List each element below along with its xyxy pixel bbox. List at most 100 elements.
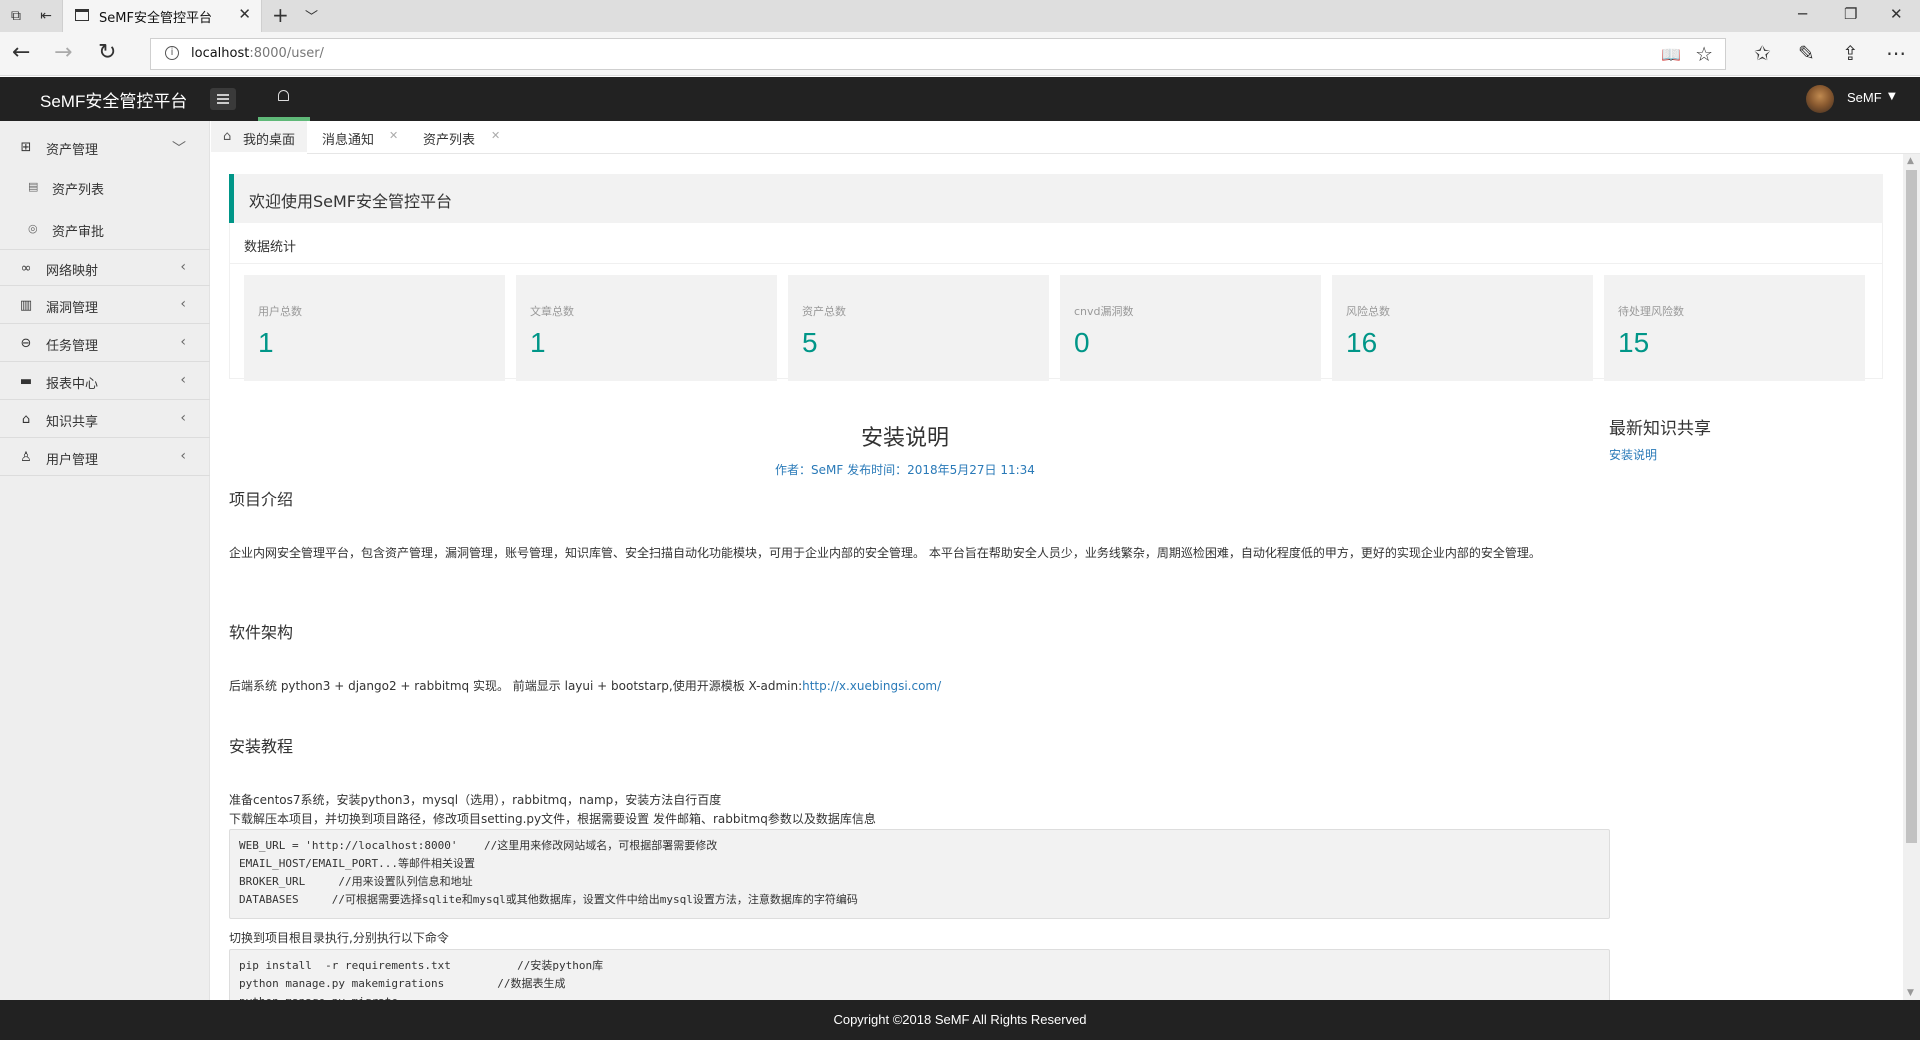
page-favicon-icon — [75, 9, 89, 21]
stat-label: 用户总数 — [258, 305, 302, 318]
section-paragraph: 后端系统 python3 + django2 + rabbitmq 实现。 前端… — [229, 677, 1609, 696]
user-icon: ♙ — [20, 450, 32, 465]
tab-label: 消息通知 — [322, 133, 375, 148]
url-text[interactable]: localhost:8000/user/ — [191, 46, 324, 61]
stat-label: 资产总数 — [802, 305, 846, 318]
book-icon: ⌂ — [21, 412, 31, 427]
close-icon[interactable]: ✕ — [491, 129, 500, 142]
more-icon[interactable]: ⋯ — [1886, 41, 1906, 65]
scroll-thumb[interactable] — [1906, 170, 1917, 843]
menu-toggle-icon[interactable] — [210, 88, 236, 110]
tab-asset-list[interactable]: 资产列表 ✕ — [405, 121, 505, 154]
sidebar-item-asset[interactable]: ⊞ 资产管理 ﹀ — [0, 129, 210, 166]
favorites-hub-icon[interactable]: ✩ — [1754, 41, 1771, 65]
chevron-left-icon: ‹ — [180, 334, 186, 350]
stat-value: 16 — [1346, 327, 1378, 358]
paragraph-text: 后端系统 python3 + django2 + rabbitmq 实现。 前端… — [229, 679, 803, 693]
scroll-down-icon[interactable]: ▼ — [1907, 988, 1914, 998]
reading-view-icon[interactable]: 📖 — [1661, 45, 1681, 64]
stat-value: 15 — [1618, 327, 1650, 358]
approve-icon: ◎ — [28, 222, 38, 235]
section-paragraph: 企业内网安全管理平台，包含资产管理，漏洞管理，账号管理，知识库管、安全扫描自动化… — [229, 546, 1541, 560]
set-aside-tabs-icon[interactable]: ⇤ — [36, 6, 56, 26]
article-title: 安装说明 — [860, 426, 949, 451]
window-close-icon[interactable]: ✕ — [1890, 5, 1903, 23]
restore-icon[interactable]: ❐ — [1844, 5, 1857, 23]
welcome-text: 欢迎使用SeMF安全管控平台 — [249, 192, 453, 211]
tab-manager-icon[interactable]: ⧉ — [6, 6, 26, 26]
stat-label: cnvd漏洞数 — [1074, 305, 1134, 318]
sidebar-item-network[interactable]: ∞ 网络映射 ‹ — [0, 249, 210, 286]
sidebar-item-label: 报表中心 — [46, 377, 99, 392]
stats-title: 数据统计 — [244, 240, 297, 255]
section-paragraph: 准备centos7系统，安装python3，mysql（选用），rabbitmq… — [229, 793, 722, 807]
stat-card[interactable]: cnvd漏洞数 0 — [1060, 275, 1321, 381]
app-logo[interactable]: SeMF安全管控平台 — [40, 87, 187, 112]
notification-bell-button[interactable] — [258, 77, 310, 121]
home-icon: ⌂ — [223, 129, 232, 144]
scrollbar[interactable]: ▲ ▼ — [1903, 154, 1920, 1000]
chevron-left-icon: ‹ — [180, 259, 186, 275]
sidebar-subitem-asset-list[interactable]: ▤ 资产列表 — [0, 167, 210, 207]
tab-label: 我的桌面 — [243, 133, 296, 148]
divider — [230, 263, 1882, 264]
stat-value: 1 — [258, 327, 274, 358]
task-icon: ⊖ — [20, 336, 32, 351]
knowledge-link[interactable]: 安装说明 — [1609, 446, 1657, 463]
list-icon: ▤ — [28, 180, 39, 193]
stat-card[interactable]: 资产总数 5 — [788, 275, 1049, 381]
welcome-banner: 欢迎使用SeMF安全管控平台 — [229, 174, 1883, 223]
sidebar-item-knowledge[interactable]: ⌂ 知识共享 ‹ — [0, 401, 210, 438]
content-tabs: ⌂ 我的桌面 消息通知 ✕ 资产列表 ✕ — [211, 121, 1920, 154]
stat-card[interactable]: 文章总数 1 — [516, 275, 777, 381]
sidebar-item-report[interactable]: ▬ 报表中心 ‹ — [0, 363, 210, 400]
avatar[interactable] — [1806, 85, 1834, 113]
share-icon[interactable]: ⇪ — [1842, 41, 1859, 65]
refresh-icon[interactable]: ↻ — [98, 42, 116, 64]
sidebar-item-label: 网络映射 — [46, 264, 99, 279]
sidebar-item-user[interactable]: ♙ 用户管理 ‹ — [0, 439, 210, 476]
stat-card[interactable]: 待处理风险数 15 — [1604, 275, 1865, 381]
web-note-icon[interactable]: ✎ — [1798, 41, 1815, 65]
knowledge-title: 最新知识共享 — [1609, 419, 1711, 439]
tab-desktop[interactable]: ⌂ 我的桌面 — [211, 121, 307, 154]
stats-card: 数据统计 用户总数 1 文章总数 1 资产总数 5 cnvd漏洞数 0 风险总数… — [229, 223, 1883, 381]
stat-card[interactable]: 用户总数 1 — [244, 275, 505, 381]
site-info-icon[interactable]: i — [165, 46, 179, 60]
sidebar-item-label: 漏洞管理 — [46, 301, 99, 316]
chevron-left-icon: ‹ — [180, 410, 186, 426]
sidebar-item-task[interactable]: ⊖ 任务管理 ‹ — [0, 325, 210, 362]
tab-messages[interactable]: 消息通知 ✕ — [307, 121, 405, 154]
browser-tab-bar: ⧉ ⇤ SeMF安全管控平台 ✕ + ﹀ ─ ❐ ✕ — [0, 0, 1920, 32]
browser-tab[interactable]: SeMF安全管控平台 ✕ — [62, 0, 262, 32]
user-name[interactable]: SeMF — [1847, 90, 1882, 105]
sidebar-item-vuln[interactable]: ▥ 漏洞管理 ‹ — [0, 287, 210, 324]
xadmin-link[interactable]: http://x.xuebingsi.com/ — [802, 679, 941, 693]
tab-list-chevron-icon[interactable]: ﹀ — [305, 6, 318, 25]
report-icon: ▬ — [19, 374, 33, 389]
article-meta: 作者：SeMF 发布时间：2018年5月27日 11:34 — [775, 463, 1035, 477]
stat-value: 1 — [530, 327, 546, 358]
new-tab-icon[interactable]: + — [272, 3, 289, 27]
sidebar-subitem-label: 资产审批 — [52, 225, 105, 240]
sidebar-subitem-asset-approve[interactable]: ◎ 资产审批 — [0, 209, 210, 249]
url-field[interactable]: i localhost:8000/user/ 📖 ☆ — [150, 38, 1726, 70]
sidebar-subitem-label: 资产列表 — [52, 183, 105, 198]
section-heading: 安装教程 — [229, 737, 294, 756]
minimize-icon[interactable]: ─ — [1798, 5, 1807, 23]
forward-arrow-icon[interactable]: → — [54, 42, 72, 64]
bell-icon — [278, 90, 289, 101]
scroll-up-icon[interactable]: ▲ — [1907, 156, 1914, 166]
favorite-star-icon[interactable]: ☆ — [1695, 42, 1713, 66]
close-tab-icon[interactable]: ✕ — [238, 5, 251, 23]
chevron-left-icon: ‹ — [180, 296, 186, 312]
section-heading: 项目介绍 — [229, 490, 294, 509]
main-content: 欢迎使用SeMF安全管控平台 数据统计 用户总数 1 文章总数 1 资产总数 5… — [211, 154, 1901, 1000]
back-arrow-icon[interactable]: ← — [12, 42, 30, 64]
footer: Copyright ©2018 SeMF All Rights Reserved — [0, 1000, 1920, 1040]
section-paragraph: 切换到项目根目录执行,分别执行以下命令 — [229, 931, 449, 945]
sidebar-item-label: 资产管理 — [46, 143, 99, 158]
caret-down-icon[interactable]: ▼ — [1888, 91, 1896, 102]
close-icon[interactable]: ✕ — [389, 129, 398, 142]
stat-card[interactable]: 风险总数 16 — [1332, 275, 1593, 381]
